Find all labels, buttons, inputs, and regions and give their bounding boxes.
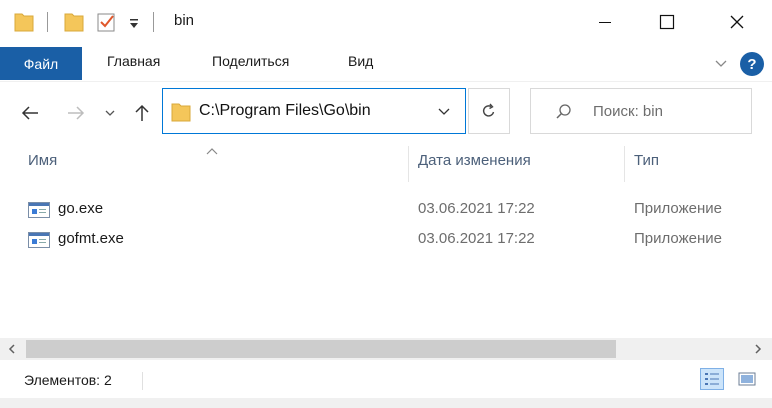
column-header-date[interactable]: Дата изменения <box>418 152 531 169</box>
executable-icon <box>28 232 50 248</box>
tab-view[interactable]: Вид <box>348 53 373 69</box>
divider <box>142 372 143 390</box>
search-input[interactable]: Поиск: bin <box>530 88 752 134</box>
forward-button[interactable] <box>64 102 88 124</box>
scroll-left-icon[interactable] <box>2 340 22 358</box>
recent-locations-dropdown[interactable] <box>102 102 118 124</box>
details-view-icon <box>705 373 719 385</box>
address-path[interactable]: C:\Program Files\Go\bin <box>199 102 371 120</box>
up-button[interactable] <box>130 102 154 124</box>
folder-icon <box>14 10 34 34</box>
address-bar[interactable]: C:\Program Files\Go\bin <box>162 88 466 134</box>
search-icon <box>555 103 573 124</box>
ribbon-expand-icon[interactable] <box>714 56 728 73</box>
item-count: Элементов: 2 <box>24 372 112 388</box>
sort-indicator-icon <box>205 142 219 158</box>
properties-icon[interactable] <box>96 10 118 34</box>
tab-share[interactable]: Поделиться <box>212 53 289 69</box>
tab-home[interactable]: Главная <box>107 53 160 69</box>
file-row[interactable]: go.exe 03.06.2021 17:22 Приложение <box>20 195 760 223</box>
file-type: Приложение <box>634 230 722 247</box>
title-bar: bin <box>0 0 772 44</box>
column-divider[interactable] <box>624 146 625 182</box>
executable-icon <box>28 202 50 218</box>
column-header-type[interactable]: Тип <box>634 152 659 169</box>
column-header-name[interactable]: Имя <box>28 152 57 169</box>
refresh-button[interactable] <box>468 88 510 134</box>
tab-file[interactable]: Файл <box>0 47 82 80</box>
maximize-button[interactable] <box>639 0 695 44</box>
address-dropdown-icon[interactable] <box>437 105 451 122</box>
file-name: go.exe <box>58 200 104 217</box>
folder-icon <box>171 101 191 126</box>
refresh-icon <box>482 103 495 117</box>
status-bar: Элементов: 2 <box>0 362 772 398</box>
window-bottom-edge <box>0 398 772 408</box>
new-folder-icon[interactable] <box>64 10 84 34</box>
file-type: Приложение <box>634 200 722 217</box>
file-date: 03.06.2021 17:22 <box>418 230 535 247</box>
file-date: 03.06.2021 17:22 <box>418 200 535 217</box>
close-button[interactable] <box>709 0 765 44</box>
column-divider[interactable] <box>408 146 409 182</box>
scrollbar-thumb[interactable] <box>26 340 616 358</box>
search-placeholder: Поиск: bin <box>593 103 663 120</box>
back-button[interactable] <box>18 102 42 124</box>
large-icons-view-button[interactable] <box>736 370 758 388</box>
minimize-button[interactable] <box>577 0 633 44</box>
ribbon: Файл Главная Поделиться Вид ? <box>0 44 772 82</box>
divider <box>153 12 154 32</box>
divider <box>47 12 48 32</box>
help-icon[interactable]: ? <box>740 52 764 76</box>
quick-access-dropdown-icon[interactable] <box>128 10 140 34</box>
scroll-right-icon[interactable] <box>748 340 768 358</box>
file-row[interactable]: gofmt.exe 03.06.2021 17:22 Приложение <box>20 225 760 253</box>
file-name: gofmt.exe <box>58 230 124 247</box>
horizontal-scrollbar[interactable] <box>0 338 772 360</box>
details-view-button[interactable] <box>700 368 724 390</box>
window-title: bin <box>174 12 195 29</box>
large-icons-view-icon <box>738 372 756 386</box>
